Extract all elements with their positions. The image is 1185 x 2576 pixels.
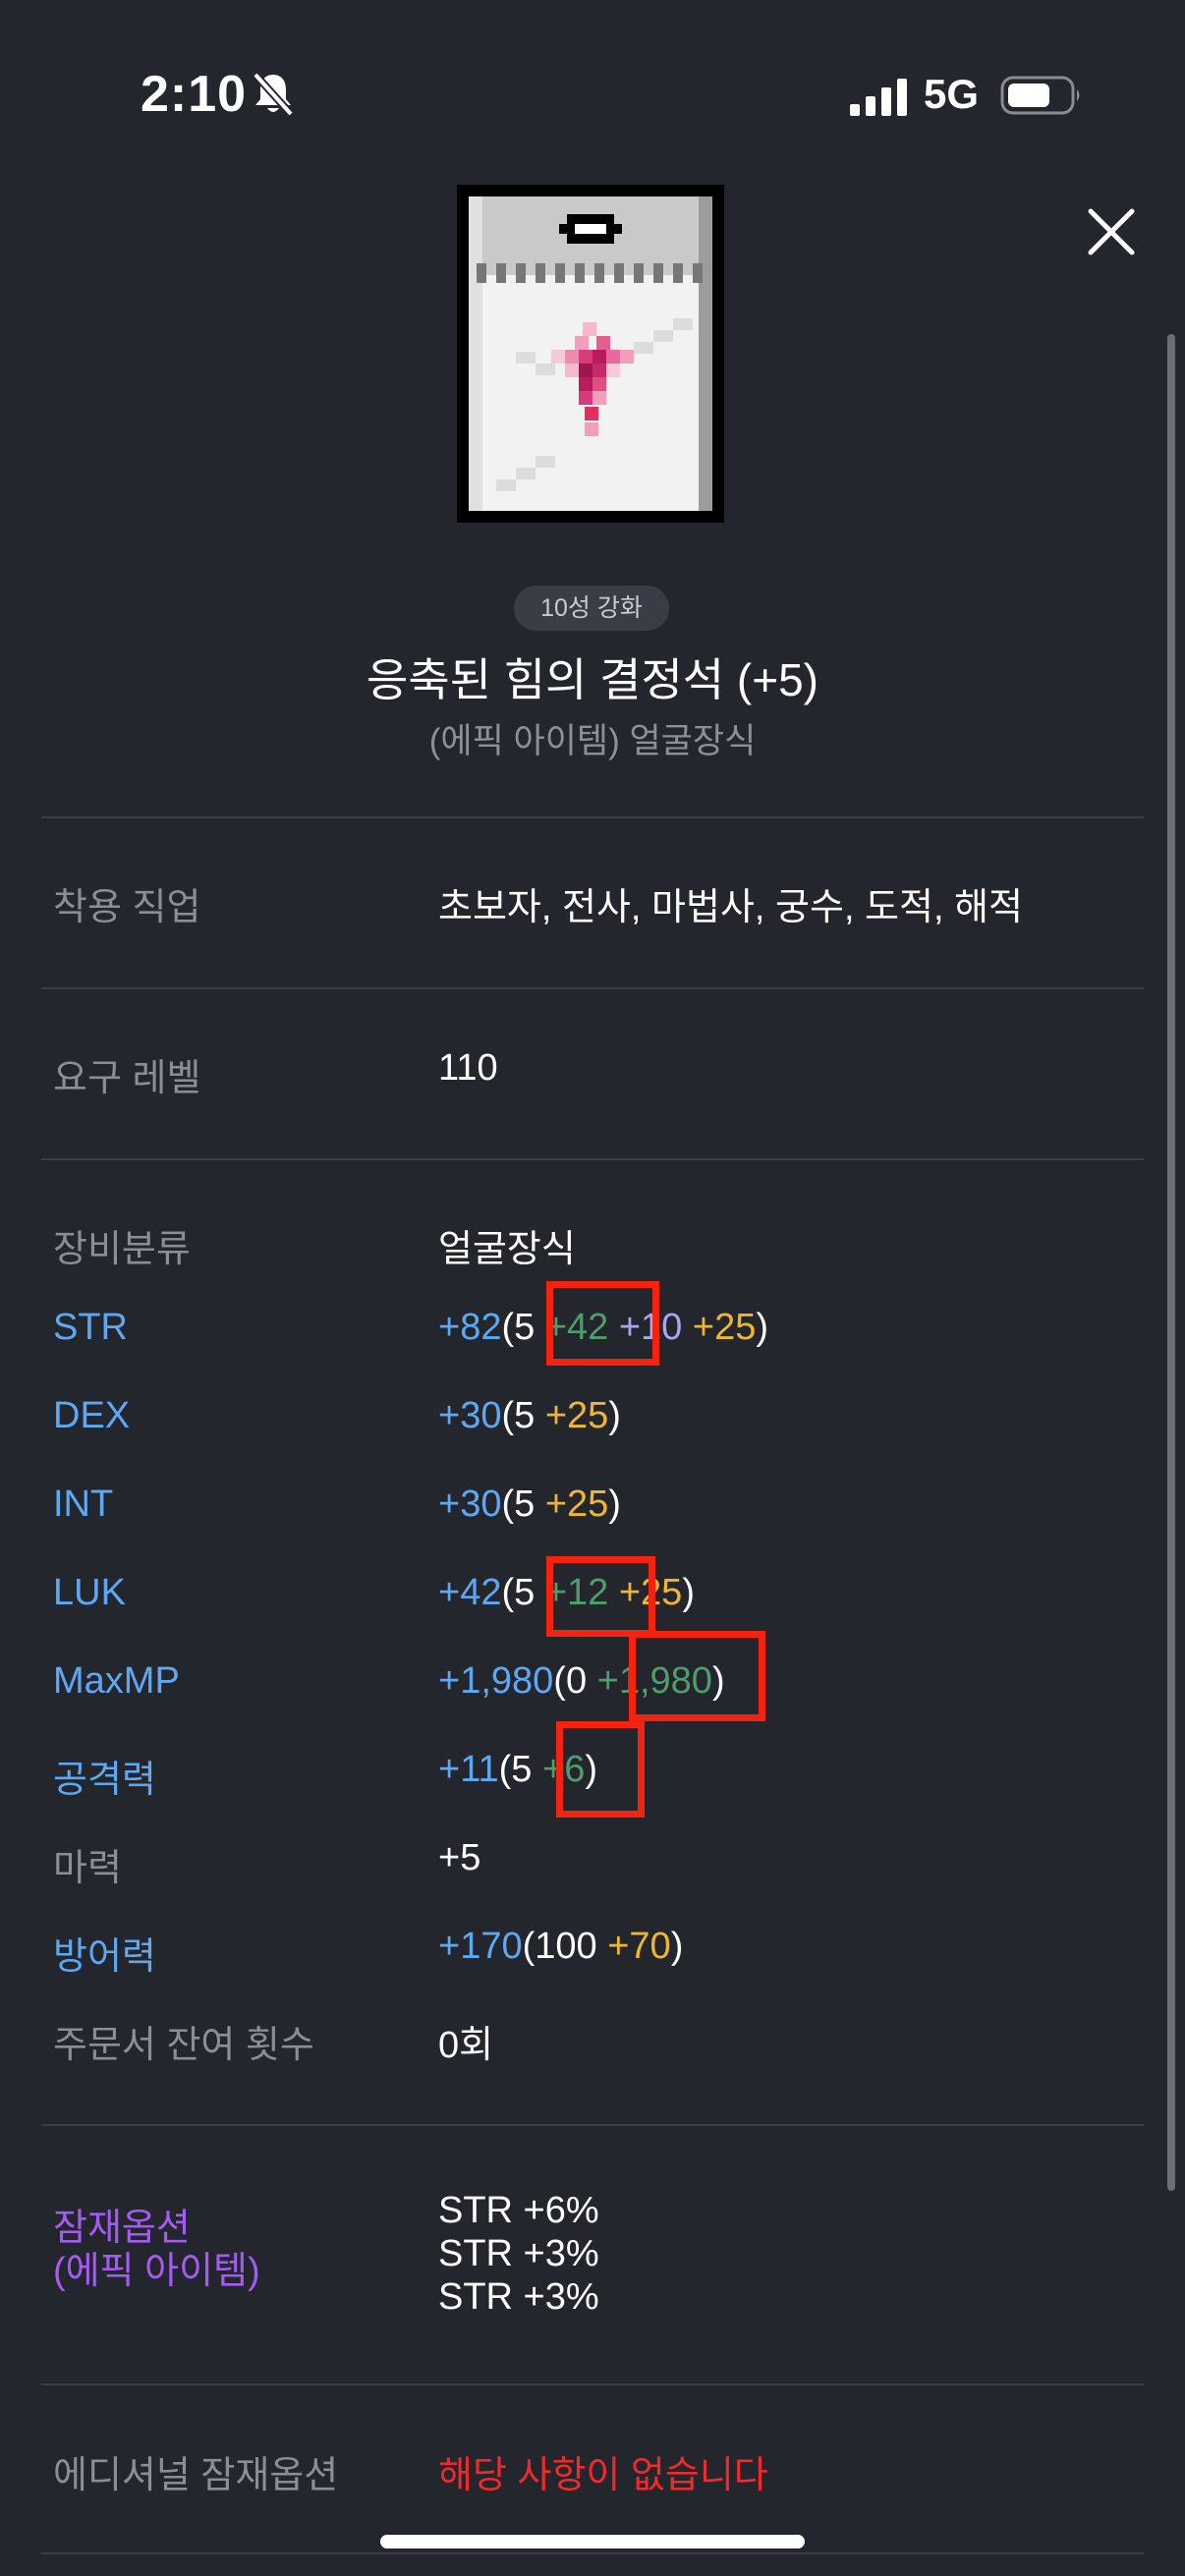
int-star: +25 <box>544 1484 609 1525</box>
job-value: 초보자, 전사, 마법사, 궁수, 도적, 해적 <box>438 887 1024 928</box>
divider <box>41 816 1144 818</box>
int-value: +30(5 +25) <box>438 1484 621 1526</box>
str-close: ) <box>756 1307 769 1348</box>
divider <box>41 2124 1144 2126</box>
dex-star: +25 <box>544 1395 609 1436</box>
highlight-box <box>546 1281 659 1366</box>
dex-total: +30 <box>438 1395 502 1436</box>
divider <box>41 987 1144 989</box>
item-name: 응축된 힘의 결정석 (+5) <box>367 654 818 705</box>
dex-close: ) <box>608 1395 621 1436</box>
scroll-value: 0회 <box>438 2025 494 2066</box>
magic-value: +5 <box>438 1837 481 1878</box>
home-indicator[interactable] <box>380 2535 805 2548</box>
potential-label: 잠재옵션 (에픽 아이템) <box>53 2207 260 2293</box>
potential-label-line1: 잠재옵션 <box>53 2208 191 2249</box>
magic-label: 마력 <box>53 1848 122 1889</box>
scrollbar[interactable] <box>1167 334 1175 2191</box>
luk-total: +42 <box>438 1572 502 1613</box>
potential-line: STR +3% <box>438 2233 599 2274</box>
defense-label: 방어력 <box>53 1936 156 1978</box>
attack-total: +11 <box>438 1749 499 1790</box>
network-label: 5G <box>924 71 980 117</box>
signal-icon <box>850 79 907 116</box>
scroll-label: 주문서 잔여 횟수 <box>53 2025 314 2066</box>
str-label: STR <box>53 1307 128 1348</box>
close-icon[interactable] <box>1081 201 1142 262</box>
level-label: 요구 레벨 <box>53 1058 201 1099</box>
level-value: 110 <box>438 1047 498 1089</box>
maxmp-base: (0 <box>553 1660 588 1702</box>
str-total: +82 <box>438 1307 502 1348</box>
int-total: +30 <box>438 1484 502 1525</box>
battery-icon <box>1000 76 1080 115</box>
defense-value: +170(100 +70) <box>438 1926 683 1968</box>
highlight-box <box>546 1556 655 1637</box>
luk-close: ) <box>682 1572 695 1613</box>
highlight-box <box>629 1631 765 1721</box>
luk-label: LUK <box>53 1572 126 1613</box>
dex-value: +30(5 +25) <box>438 1395 621 1437</box>
category-value: 얼굴장식 <box>438 1229 576 1270</box>
dex-label: DEX <box>53 1395 131 1436</box>
int-label: INT <box>53 1484 114 1525</box>
highlight-box <box>556 1721 645 1818</box>
bell-off-icon <box>253 72 294 117</box>
maxmp-total: +1,980 <box>438 1660 554 1702</box>
int-base: (5 <box>501 1484 536 1525</box>
item-subtitle: (에픽 아이템) 얼굴장식 <box>428 722 757 760</box>
str-star: +25 <box>692 1307 757 1348</box>
potential-label-line2: (에픽 아이템) <box>53 2251 260 2292</box>
item-image <box>457 185 724 523</box>
status-bar: 2:10 5G <box>0 0 1185 196</box>
potential-line: STR +6% <box>438 2190 599 2231</box>
defense-total: +170 <box>438 1926 523 1967</box>
category-label: 장비분류 <box>53 1229 191 1270</box>
attack-base: (5 <box>498 1749 533 1790</box>
enhance-badge: 10성 강화 <box>514 586 669 631</box>
divider <box>41 2552 1144 2554</box>
additional-potential-value: 해당 사항이 없습니다 <box>438 2455 768 2496</box>
additional-potential-label: 에디셔널 잠재옵션 <box>53 2455 339 2496</box>
defense-star: +70 <box>607 1926 671 1967</box>
clock: 2:10 <box>141 66 248 123</box>
luk-base: (5 <box>501 1572 536 1613</box>
divider <box>41 1158 1144 1160</box>
defense-base: (100 <box>522 1926 597 1967</box>
str-base: (5 <box>501 1307 536 1348</box>
attack-label: 공격력 <box>53 1760 156 1801</box>
divider <box>41 2383 1144 2385</box>
potential-values: STR +6% STR +3% STR +3% <box>438 2189 599 2319</box>
job-label: 착용 직업 <box>53 887 201 928</box>
potential-line: STR +3% <box>438 2276 599 2318</box>
int-close: ) <box>608 1484 621 1525</box>
defense-close: ) <box>670 1926 684 1967</box>
dex-base: (5 <box>501 1395 536 1436</box>
maxmp-label: MaxMP <box>53 1660 180 1702</box>
